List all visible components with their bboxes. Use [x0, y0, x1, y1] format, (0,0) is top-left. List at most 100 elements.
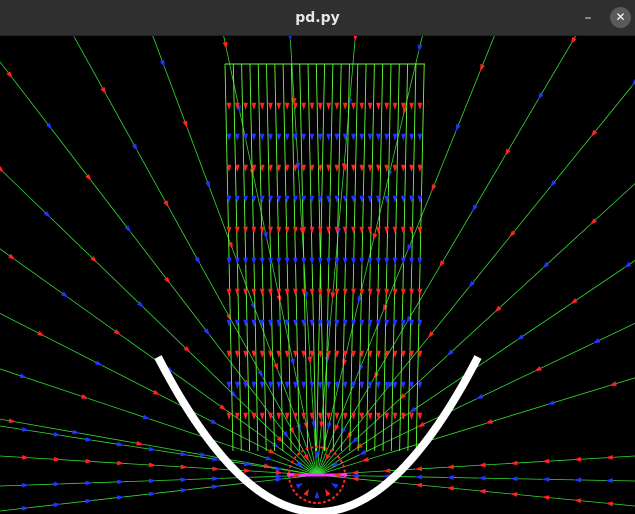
ray-marker: [251, 195, 257, 203]
ray-marker: [359, 226, 365, 234]
ray-marker: [148, 446, 157, 452]
ray-marker: [117, 460, 125, 466]
ray-marker: [573, 498, 582, 504]
grid-line: [341, 63, 350, 452]
ray-marker: [8, 253, 16, 260]
ray-marker: [334, 424, 340, 432]
ray-marker: [301, 257, 307, 265]
light-ray: [0, 61, 318, 476]
title-bar[interactable]: pd.py – ✕: [0, 0, 635, 36]
ray-marker: [268, 288, 273, 296]
ray-marker: [376, 133, 381, 141]
ray-marker: [259, 195, 265, 203]
light-ray: [316, 183, 635, 476]
ray-marker: [271, 441, 280, 449]
ray-marker: [342, 412, 348, 420]
minimize-icon[interactable]: –: [578, 8, 598, 28]
ray-marker: [243, 195, 248, 203]
ray-marker: [342, 319, 348, 327]
ray-marker: [359, 381, 365, 389]
ray-marker: [326, 257, 331, 265]
ray-marker: [400, 133, 406, 141]
ray-marker: [117, 495, 125, 501]
ray-marker: [85, 480, 93, 486]
ray-marker: [342, 257, 348, 265]
ray-marker: [243, 468, 252, 474]
ray-marker: [53, 456, 62, 462]
ray-marker: [276, 412, 282, 420]
ray-marker: [276, 133, 282, 141]
ray-marker: [547, 400, 555, 405]
ray-marker: [624, 261, 632, 268]
ray-marker: [317, 133, 323, 141]
ray-marker: [409, 102, 414, 110]
ray-marker: [276, 102, 282, 110]
ray-marker: [117, 479, 125, 485]
ray-marker: [417, 288, 423, 296]
ray-marker: [334, 288, 340, 296]
ray-marker: [268, 133, 273, 141]
ray-marker: [400, 257, 406, 265]
ray-marker: [326, 102, 331, 110]
grid-line: [349, 63, 359, 452]
ray-marker: [159, 59, 165, 68]
ray-marker: [284, 288, 290, 296]
ray-marker: [317, 226, 323, 234]
ray-marker: [414, 474, 423, 480]
ray-marker: [85, 498, 93, 504]
ray-marker: [100, 86, 107, 95]
ray-marker: [334, 412, 340, 420]
ray-marker: [355, 443, 363, 450]
ray-marker: [409, 412, 414, 420]
ray-marker: [409, 381, 414, 389]
ray-marker: [276, 195, 282, 203]
ray-marker: [303, 488, 309, 497]
ray-marker: [384, 288, 390, 296]
ray-marker: [478, 475, 486, 481]
grid-line: [332, 63, 342, 452]
ray-marker: [182, 120, 188, 129]
ray-marker: [504, 148, 511, 156]
close-icon[interactable]: ✕: [610, 7, 631, 28]
ray-marker: [409, 288, 414, 296]
ray-marker: [251, 412, 257, 420]
ray-marker: [0, 165, 4, 173]
ray-marker: [392, 288, 398, 296]
ray-marker: [376, 319, 381, 327]
ray-marker: [392, 102, 398, 110]
ray-marker: [346, 431, 353, 439]
ray-marker: [570, 298, 578, 305]
ray-marker: [409, 406, 417, 413]
ray-marker: [226, 195, 232, 203]
ray-marker: [317, 288, 323, 296]
ray-marker: [275, 477, 283, 483]
ray-marker: [259, 288, 265, 296]
ray-marker: [384, 257, 390, 265]
ray-marker: [265, 455, 273, 461]
ray-marker: [284, 195, 290, 203]
ray-marker: [592, 338, 601, 344]
ray-marker: [446, 464, 454, 470]
ray-marker: [359, 412, 365, 420]
light-ray: [316, 36, 577, 476]
light-ray: [316, 377, 635, 476]
ray-marker: [72, 36, 75, 38]
ray-marker: [293, 133, 298, 141]
ray-marker: [194, 256, 201, 265]
ray-marker: [417, 226, 423, 234]
ray-marker: [317, 381, 323, 389]
grid-line: [266, 63, 275, 452]
ray-marker: [243, 412, 248, 420]
ray-marker: [295, 483, 304, 489]
ray-marker: [550, 180, 557, 188]
ray-marker: [268, 226, 273, 234]
ray-marker: [351, 319, 356, 327]
ray-marker: [226, 133, 232, 141]
ray-marker: [334, 319, 340, 327]
simulation-canvas[interactable]: [0, 36, 635, 514]
ray-marker: [509, 230, 516, 238]
ray-marker: [392, 226, 398, 234]
ray-marker: [226, 257, 232, 265]
window-title: pd.py: [295, 10, 340, 26]
grid-line: [390, 63, 400, 452]
